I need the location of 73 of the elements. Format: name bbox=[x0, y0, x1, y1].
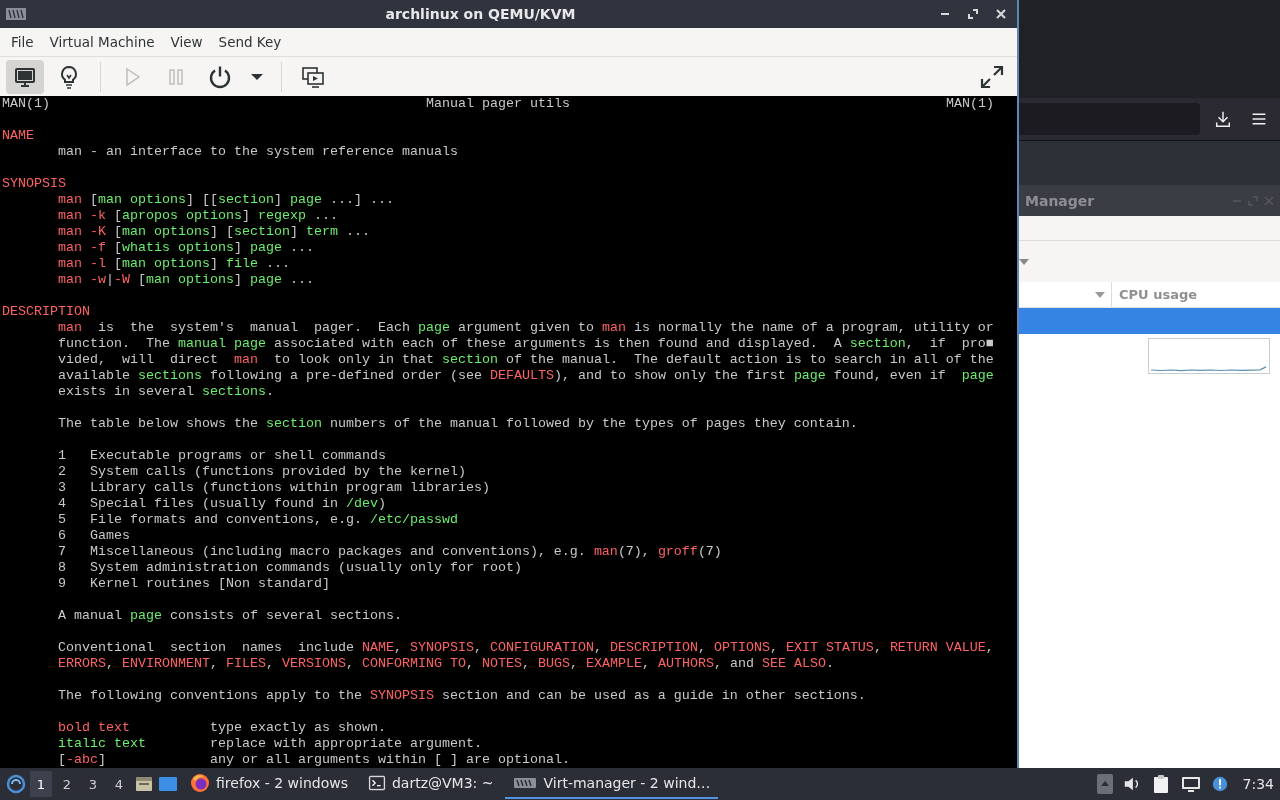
taskbar-button[interactable]: dartz@VM3: ~ bbox=[359, 769, 502, 799]
menu-icon bbox=[1251, 111, 1267, 127]
download-icon bbox=[1214, 110, 1232, 128]
workspace-button[interactable]: 1 bbox=[30, 771, 52, 797]
console-line: man is the system's manual pager. Each page argument given to man is normally the name of a program, utility or bbox=[57, 320, 995, 336]
console-line: 3 Library calls (functions within program libraries) bbox=[57, 480, 491, 496]
console-line: 9 Kernel routines [Non standard] bbox=[57, 576, 331, 592]
console-line: man [man options] [[section] page ...] ... bbox=[57, 192, 395, 208]
console-line: 5 File formats and conventions, e.g. /etc/passwd bbox=[57, 512, 459, 528]
console-line: [-abc] any or all arguments within [ ] are optional. bbox=[57, 752, 571, 768]
console-line: man -k [apropos options] regexp ... bbox=[57, 208, 339, 224]
header-text: MAN(1) bbox=[2, 96, 50, 112]
console-line: 2 System calls (functions provided by the kernel) bbox=[57, 464, 467, 480]
desktop-icon[interactable] bbox=[158, 774, 178, 794]
network-icon[interactable] bbox=[1180, 774, 1201, 794]
display-button[interactable] bbox=[6, 59, 44, 94]
virt-manager-icon bbox=[513, 776, 538, 790]
console-line: DESCRIPTION bbox=[2, 304, 91, 320]
header-text: Manual pager utils bbox=[426, 96, 570, 112]
tray-expand-button[interactable] bbox=[1096, 774, 1113, 794]
console-line: 8 System administration commands (usually only for root) bbox=[57, 560, 523, 576]
console-line: 7 Miscellaneous (including macro packages and conventions), e.g. man(7), groff(7) bbox=[57, 544, 723, 560]
notification-icon[interactable] bbox=[1210, 775, 1229, 793]
console-line: vided, will direct man to look only in that section of the manual. The default action is to search in all of the bbox=[57, 352, 995, 368]
console-line: SYNOPSIS bbox=[2, 176, 67, 192]
start-menu-icon[interactable] bbox=[6, 774, 26, 794]
window-title: archlinux on QEMU/KVM bbox=[384, 6, 577, 22]
url-field[interactable] bbox=[1019, 103, 1200, 135]
menu-item[interactable]: Send Key bbox=[210, 31, 290, 53]
taskbar-button[interactable]: Virt-manager - 2 wind… bbox=[505, 769, 719, 799]
console-line: bold text type exactly as shown. bbox=[57, 720, 387, 736]
console-line: man -K [man options] [section] term ... bbox=[57, 224, 371, 240]
console-line: man -l [man options] file ... bbox=[57, 256, 291, 272]
monitors-icon bbox=[301, 64, 325, 89]
taskbar-button[interactable]: firefox - 2 windows bbox=[182, 769, 356, 799]
console-line: man - an interface to the system reference manuals bbox=[57, 144, 459, 160]
workspace-button[interactable]: 2 bbox=[56, 771, 78, 797]
sort-caret-icon[interactable] bbox=[1095, 289, 1105, 300]
console-line: function. The manual page associated with each of these arguments is then found and displayed. A section, if pro■ bbox=[57, 336, 995, 352]
workspace-button[interactable]: 4 bbox=[108, 771, 130, 797]
close-icon bbox=[1264, 195, 1274, 206]
console-line: exists in several sections. bbox=[57, 384, 275, 400]
console-line: man -f [whatis options] page ... bbox=[57, 240, 315, 256]
caret-icon bbox=[251, 73, 263, 80]
menu-item[interactable]: View bbox=[162, 31, 211, 53]
clock: 7:34 bbox=[1242, 776, 1274, 792]
maximize-icon bbox=[1248, 195, 1258, 206]
console-line: available sections following a pre-defined order (see DEFAULTS), and to show only the first page found, even if page bbox=[57, 368, 995, 384]
console-line: 6 Games bbox=[57, 528, 131, 544]
console-line: man -w|-W [man options] page ... bbox=[57, 272, 315, 288]
header-text: MAN(1) bbox=[946, 96, 994, 112]
console-line: The table below shows the section numbers of the manual followed by the types of pages they contain. bbox=[57, 416, 859, 432]
console-line: italic text replace with appropriate argument. bbox=[57, 736, 483, 752]
terminal-icon bbox=[367, 774, 386, 792]
close-icon bbox=[996, 9, 1006, 19]
window-title: Manager bbox=[1025, 192, 1096, 209]
menu-item[interactable]: File bbox=[3, 31, 42, 53]
expand-icon bbox=[980, 64, 1004, 89]
maximize-icon bbox=[968, 9, 978, 19]
console-line: 1 Executable programs or shell commands bbox=[57, 448, 387, 464]
app-icon bbox=[6, 8, 26, 20]
console-line: Conventional section names include NAME, SYNOPSIS, CONFIGURATION, DESCRIPTION, OPTIONS, EXIT STATUS, RETURN VALUE, bbox=[57, 640, 995, 656]
menu-item[interactable]: Virtual Machine bbox=[41, 31, 163, 53]
firefox-icon bbox=[190, 773, 210, 793]
workspace-button[interactable]: 3 bbox=[82, 771, 104, 797]
file-manager-icon[interactable] bbox=[134, 774, 154, 794]
power-icon bbox=[208, 64, 232, 89]
console-line: The following conventions apply to the SYNOPSIS section and can be used as a guide in other sections. bbox=[57, 688, 867, 704]
console-line: 4 Special files (usually found in /dev) bbox=[57, 496, 387, 512]
volume-icon[interactable] bbox=[1122, 775, 1141, 793]
console-line: A manual page consists of several sections. bbox=[57, 608, 403, 624]
console-line: NAME bbox=[2, 128, 35, 144]
console-line: ERRORS, ENVIRONMENT, FILES, VERSIONS, CONFORMING TO, NOTES, BUGS, EXAMPLE, AUTHORS, and SEE ALSO. bbox=[57, 656, 835, 672]
